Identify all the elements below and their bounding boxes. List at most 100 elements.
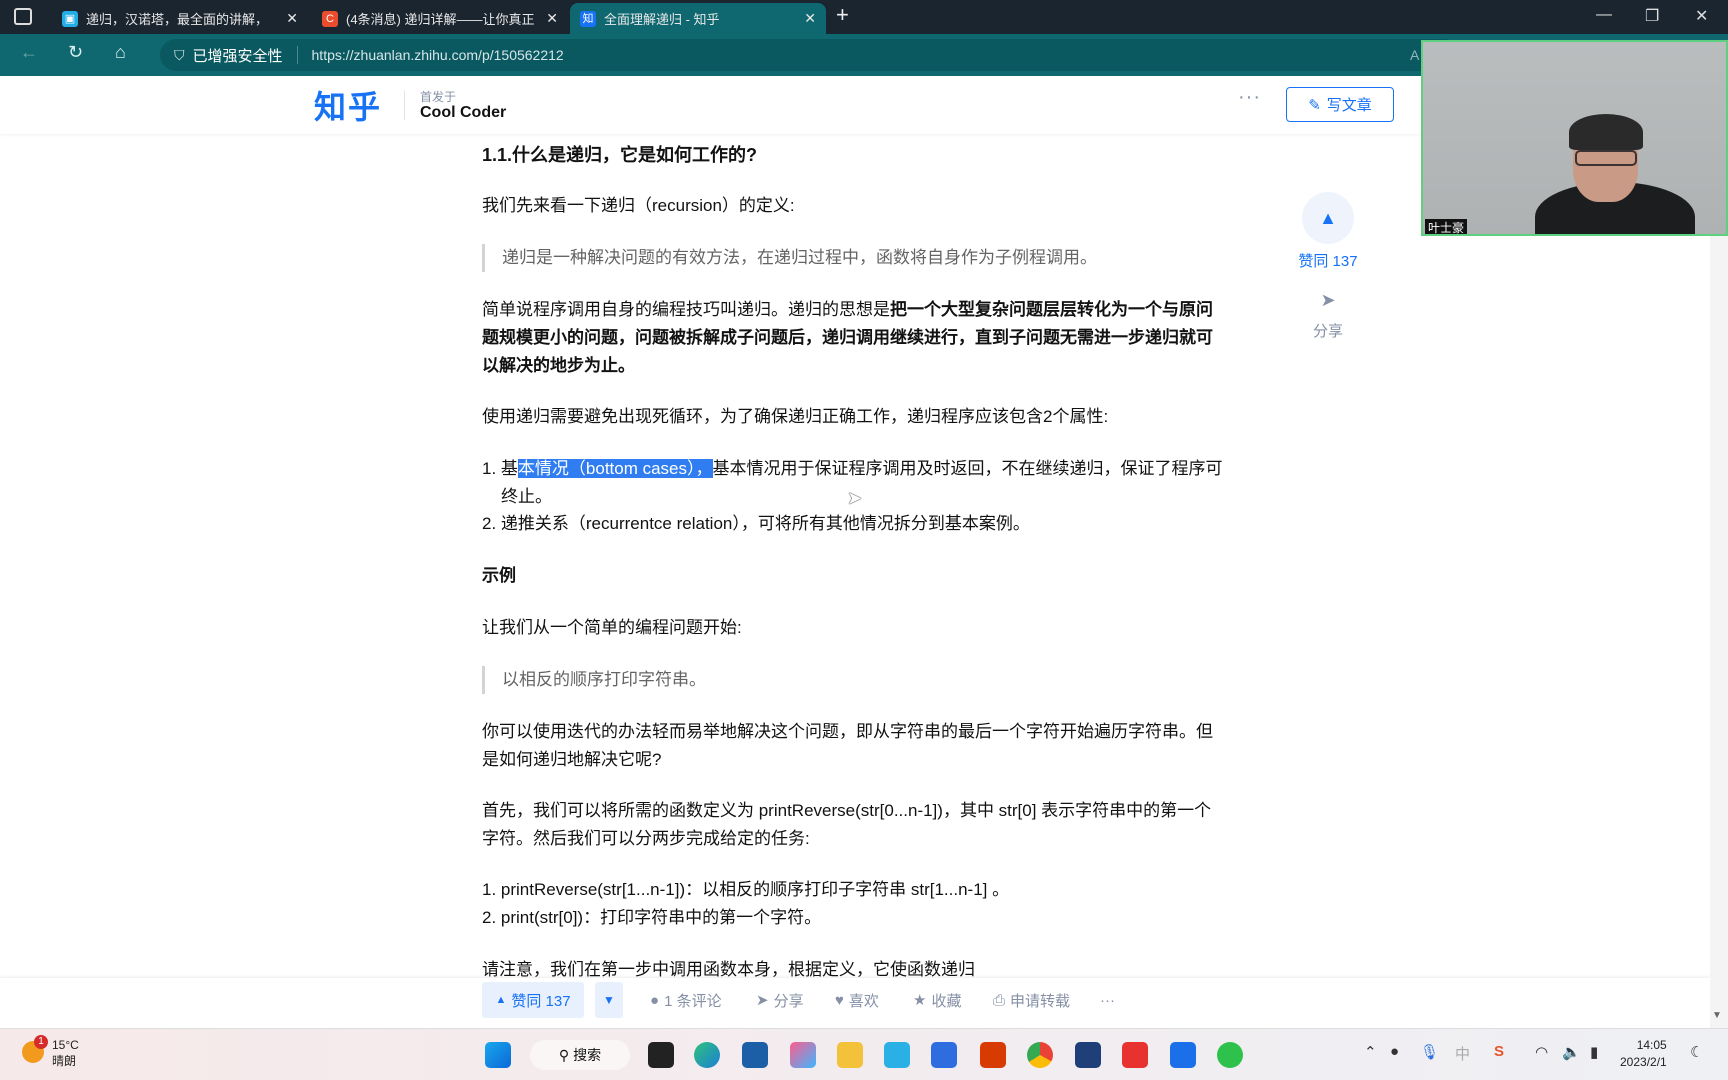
triangle-down-icon: ▼ — [603, 993, 615, 1007]
tab-zhihu[interactable]: 知 全面理解递归 - 知乎 ✕ — [570, 3, 826, 34]
selected-text[interactable]: 本情况（bottom cases）， — [517, 459, 713, 478]
upvote-button[interactable]: ▲ 赞同 137 — [482, 982, 584, 1018]
read-aloud-icon[interactable]: A — [1410, 47, 1419, 63]
paper-plane-icon[interactable]: ➤ — [1316, 290, 1340, 311]
workspaces-icon[interactable] — [14, 8, 32, 25]
article-action-bar: ▲ 赞同 137 ▼ ● 1 条评论 ➤ 分享 ♥ 喜欢 ★ 收藏 ⎙ 申请转载 ··· — [0, 978, 1710, 1028]
star-icon: ★ — [913, 992, 927, 1009]
paragraph: 使用递归需要避免出现死循环，为了确保递归正确工作，递归程序应该包含2个属性: — [482, 407, 1109, 426]
weather-temp: 15°C — [52, 1038, 79, 1052]
downvote-button[interactable]: ▼ — [595, 982, 623, 1018]
paragraph: 我们先来看一下递归（recursion）的定义: — [482, 196, 795, 215]
heart-icon: ♥ — [835, 991, 844, 1009]
blockquote: 递归是一种解决问题的有效方法，在递归过程中，函数将自身作为子例程调用。 — [482, 244, 1227, 272]
close-tab-icon[interactable]: ✕ — [546, 10, 558, 27]
tab-title: 递归，汉诺塔，最全面的讲解， — [86, 12, 269, 27]
triangle-up-icon: ▲ — [495, 994, 507, 1006]
task-view-icon[interactable] — [648, 1042, 674, 1068]
date: 2023/2/1 — [1620, 1055, 1667, 1069]
time: 14:05 — [1636, 1038, 1667, 1052]
volume-icon[interactable]: 🔈 — [1562, 1043, 1581, 1061]
triangle-up-icon: ▲ — [1319, 207, 1337, 228]
favorite-label: 收藏 — [931, 992, 962, 1010]
chevron-up-icon[interactable]: ⌃ — [1364, 1043, 1377, 1061]
wps-icon[interactable] — [1122, 1042, 1148, 1068]
favorite-button[interactable]: ★ 收藏 — [913, 982, 961, 1018]
battery-icon[interactable]: ▮ — [1590, 1043, 1598, 1061]
mail-icon[interactable] — [931, 1042, 957, 1068]
store-icon[interactable] — [742, 1042, 768, 1068]
mouse-cursor-icon: ➤ — [847, 488, 863, 508]
more-actions-button[interactable]: ··· — [1100, 982, 1115, 1018]
search-label: 搜索 — [573, 1047, 602, 1063]
back-icon[interactable]: ← — [20, 42, 38, 63]
weather-widget[interactable]: 1 15°C 晴朗 — [22, 1035, 79, 1069]
home-icon[interactable]: ⌂ — [115, 42, 126, 63]
microphone-icon[interactable]: 🎙 — [1420, 1043, 1439, 1061]
example-heading: 示例 — [482, 566, 516, 585]
wifi-icon[interactable]: ◠ — [1535, 1043, 1548, 1061]
tab-bilibili[interactable]: ▣ 递归，汉诺塔，最全面的讲解， ✕ — [52, 3, 308, 34]
bilibili-icon[interactable] — [884, 1042, 910, 1068]
browser-tab-bar: ▣ 递归，汉诺塔，最全面的讲解， ✕ C (4条消息) 递归详解——让你真正 ✕… — [0, 0, 1728, 34]
tab-csdn[interactable]: C (4条消息) 递归详解——让你真正 ✕ — [312, 3, 568, 34]
minimize-button[interactable]: — — [1596, 6, 1612, 24]
search-icon: ⚲ — [558, 1046, 570, 1063]
file-explorer-icon[interactable] — [837, 1042, 863, 1068]
security-label[interactable]: 已增强安全性 — [193, 45, 283, 66]
office-icon[interactable] — [980, 1042, 1006, 1068]
reprint-label: 申请转载 — [1010, 992, 1071, 1010]
more-menu-button[interactable]: ··· — [1238, 86, 1261, 109]
close-tab-icon[interactable]: ✕ — [804, 10, 816, 27]
comments-button[interactable]: ● 1 条评论 — [650, 982, 722, 1018]
write-article-button[interactable]: ✎ 写文章 — [1286, 87, 1394, 122]
close-tab-icon[interactable]: ✕ — [286, 10, 298, 27]
paper-plane-icon: ➤ — [756, 992, 769, 1009]
moon-icon[interactable]: ☾ — [1690, 1043, 1703, 1061]
side-upvote-button[interactable]: ▲ — [1302, 192, 1354, 244]
meeting-icon[interactable] — [1170, 1042, 1196, 1068]
bilibili-icon: ▣ — [62, 10, 78, 27]
share-label: 分享 — [773, 992, 804, 1010]
side-upvote-count[interactable]: 赞同 137 — [1290, 250, 1366, 271]
scrollbar[interactable] — [1710, 236, 1728, 1028]
clock[interactable]: 14:05 2023/2/1 — [1620, 1037, 1667, 1071]
edge-icon[interactable] — [694, 1042, 720, 1068]
dev-cpp-icon[interactable] — [1075, 1042, 1101, 1068]
share-button[interactable]: ➤ 分享 — [756, 982, 804, 1018]
refresh-icon[interactable]: ↻ — [68, 42, 83, 63]
printer-icon: ⎙ — [993, 991, 1006, 1009]
upvote-label: 赞同 137 — [511, 992, 571, 1010]
taskbar-search[interactable]: ⚲ 搜索 — [530, 1040, 630, 1070]
windows-taskbar: 1 15°C 晴朗 ⚲ 搜索 ⌃ ● 🎙 中 S ◠ 🔈 ▮ 14:05 2023/… — [0, 1028, 1728, 1080]
presenter-hair — [1569, 114, 1643, 150]
close-window-button[interactable]: ✕ — [1695, 6, 1708, 26]
new-tab-button[interactable]: + — [836, 2, 849, 28]
paragraph-text: 简单说程序调用自身的编程技巧叫递归。递归的思想是 — [482, 300, 890, 319]
side-share-button[interactable]: 分享 — [1300, 320, 1356, 341]
list-item: 1. printReverse(str[1...n-1])：以相反的顺序打印子字… — [482, 880, 1010, 899]
reprint-button[interactable]: ⎙ 申请转载 — [993, 982, 1070, 1018]
start-button[interactable] — [485, 1042, 511, 1068]
tab-title: (4条消息) 递归详解——让你真正 — [346, 12, 535, 27]
like-button[interactable]: ♥ 喜欢 — [835, 982, 879, 1018]
like-label: 喜欢 — [848, 992, 879, 1010]
article-body: 1.1.什么是递归，它是如何工作的? 我们先来看一下递归（recursion）的… — [482, 134, 1227, 980]
chrome-icon[interactable] — [1027, 1042, 1053, 1068]
sogou-icon[interactable]: S — [1494, 1043, 1504, 1060]
webcam-overlay: 叶士豪 — [1421, 40, 1728, 236]
wechat-icon[interactable] — [1217, 1042, 1243, 1068]
list-item: 2. print(str[0])：打印字符串中的第一个字符。 — [482, 908, 822, 927]
restore-button[interactable]: ❐ — [1645, 6, 1659, 26]
list-text: 1. 基 — [482, 459, 518, 478]
url-field[interactable]: ⛉ 已增强安全性 https://zhuanlan.zhihu.com/p/15… — [160, 39, 1460, 71]
ime-indicator[interactable]: 中 — [1455, 1043, 1470, 1064]
qq-icon[interactable]: ● — [1390, 1043, 1399, 1060]
url-text[interactable]: https://zhuanlan.zhihu.com/p/150562212 — [312, 47, 564, 63]
notification-badge: 1 — [34, 1035, 48, 1049]
column-name-link[interactable]: Cool Coder — [420, 104, 506, 122]
section-heading: 1.1.什么是递归，它是如何工作的? — [482, 145, 758, 165]
scroll-down-arrow-icon[interactable]: ▼ — [1712, 1010, 1722, 1021]
zhihu-logo[interactable]: 知乎 — [314, 82, 382, 128]
app-icon[interactable] — [790, 1042, 816, 1068]
